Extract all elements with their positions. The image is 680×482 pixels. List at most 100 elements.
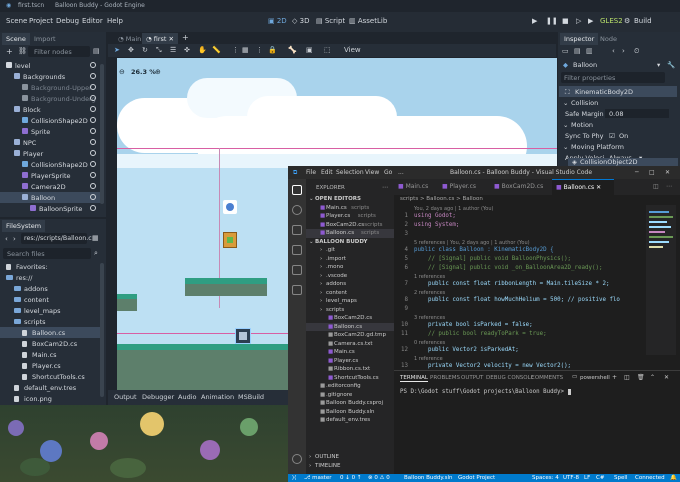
codelens-hint[interactable]: 5 references | You, 2 days ago | 1 autho…	[394, 240, 680, 247]
tab-balloon-cs[interactable]: ■ Balloon.cs ✕	[552, 179, 614, 195]
explorer-folder[interactable]: › scripts	[306, 306, 394, 315]
explorer-file[interactable]: ■ Camera.cs.txt	[306, 340, 394, 349]
tab-output[interactable]: Output	[114, 393, 137, 401]
bone-icon[interactable]: 🦴	[288, 46, 297, 54]
menu-file[interactable]: File	[306, 169, 316, 176]
explorer-folder[interactable]: › .mono	[306, 263, 394, 272]
run-debug-icon[interactable]	[292, 245, 302, 255]
tab-inspector[interactable]: Inspector	[560, 33, 599, 45]
scene-tree-node[interactable]: Block	[0, 104, 104, 115]
explorer-folder[interactable]: › content	[306, 289, 394, 298]
solution-status[interactable]: Balloon Buddy.sln	[404, 475, 453, 481]
history-back-icon[interactable]: ‹	[612, 47, 615, 55]
filesystem-file[interactable]: default_env.tres	[0, 382, 104, 393]
scene-tree-node[interactable]: Balloon	[0, 192, 104, 203]
menu-debug[interactable]: Debug	[56, 17, 79, 25]
collision-section[interactable]: ⌄ Collision	[559, 97, 677, 108]
link-icon[interactable]: ⛓	[18, 47, 27, 55]
outline-section[interactable]: › OUTLINE	[306, 453, 394, 462]
filesystem-file[interactable]: Balloon.cs	[0, 327, 104, 338]
scene-tree-node[interactable]: Sprite	[0, 126, 104, 137]
back-icon[interactable]: ‹	[5, 235, 8, 243]
workspace-2d-button[interactable]: ▣ 2D	[268, 17, 287, 25]
zoom-level[interactable]: 26.3 %	[131, 68, 156, 76]
codelens-hint[interactable]: You, 2 days ago | 1 author (You)	[394, 206, 680, 213]
add-node-icon[interactable]: +	[6, 47, 13, 56]
language-status[interactable]: C#	[596, 475, 604, 481]
inspector-node-row[interactable]: ◆ Balloon ▾ 🔧	[559, 59, 677, 70]
tab-scene[interactable]: Scene	[2, 33, 30, 45]
explorer-file[interactable]: ■ Main.cs	[306, 348, 394, 357]
scene-tree-scrollbar[interactable]	[100, 64, 104, 204]
visibility-icon[interactable]	[90, 150, 96, 156]
remote-icon[interactable]	[292, 285, 302, 295]
scene-tree-node[interactable]: Background-Underg	[0, 93, 104, 104]
settings-gear-icon[interactable]	[292, 454, 302, 464]
explorer-file[interactable]: ■ Balloon.cs	[306, 322, 394, 331]
tab-msbuild[interactable]: MSBuild	[238, 393, 264, 401]
connected-status[interactable]: Connected	[635, 475, 665, 481]
menu-project[interactable]: Project	[29, 17, 53, 25]
scale-tool-icon[interactable]: ⤡	[156, 46, 162, 55]
visibility-icon[interactable]	[90, 117, 96, 123]
branch-status[interactable]: ⎇ master	[304, 475, 332, 481]
open-editor-item[interactable]: ■ Player.cs scripts	[306, 212, 394, 221]
visibility-icon[interactable]	[90, 128, 96, 134]
explorer-folder[interactable]: › level_maps	[306, 297, 394, 306]
sync-status[interactable]: 0 ↓ 0 ↑	[340, 475, 361, 481]
filesystem-file[interactable]: ShortcutTools.cs	[0, 371, 104, 382]
filesystem-folder[interactable]: addons	[0, 283, 104, 294]
play-custom-icon[interactable]: ▶	[588, 17, 593, 25]
close-icon[interactable]: ✕	[169, 35, 174, 43]
explorer-folder[interactable]: › .import	[306, 255, 394, 264]
terminal-prompt[interactable]: PS D:\Godot stuff\Godot projects\Balloon…	[400, 389, 572, 395]
workspace-3d-button[interactable]: ◇ 3D	[292, 17, 309, 25]
timeline-section[interactable]: › TIMELINE	[306, 462, 394, 471]
scene-tree-node[interactable]: Player	[0, 148, 104, 159]
new-scene-icon[interactable]: +	[182, 33, 189, 42]
filesystem-file[interactable]: icon.png	[0, 393, 104, 404]
minimize-icon[interactable]: ─	[635, 169, 639, 176]
explorer-file[interactable]: ■ .gitignore	[306, 391, 394, 400]
scene-tree-node[interactable]: Backgrounds	[0, 71, 104, 82]
visibility-icon[interactable]	[90, 194, 96, 200]
menu-view[interactable]: View	[365, 169, 379, 176]
codelens-hint[interactable]: 2 references	[394, 290, 680, 297]
tab-debugger[interactable]: Debugger	[142, 393, 174, 401]
explorer-folder[interactable]: › .vscode	[306, 272, 394, 281]
explorer-file[interactable]: ■ Balloon Buddy.csproj	[306, 399, 394, 408]
filesystem-file[interactable]: Player.cs	[0, 360, 104, 371]
explorer-file[interactable]: ■ Balloon Buddy.sln	[306, 408, 394, 417]
checkbox-icon[interactable]: ☑	[609, 132, 615, 140]
maximize-icon[interactable]: □	[649, 169, 655, 176]
block-sprite[interactable]	[223, 232, 237, 248]
split-view-icon[interactable]: ▦	[92, 234, 99, 242]
open-editors-section[interactable]: ⌄ OPEN EDITORS	[306, 195, 394, 204]
filter-properties-input[interactable]: Filter properties	[561, 72, 665, 83]
pan-tool-icon[interactable]: ✋	[198, 46, 207, 54]
close-icon[interactable]: ✕	[596, 184, 601, 191]
project-section[interactable]: ⌄ BALLOON BUDDY	[306, 238, 394, 247]
build-button[interactable]: Build	[634, 17, 652, 25]
visibility-icon[interactable]	[90, 84, 96, 90]
settings-icon[interactable]: ⚙	[624, 17, 630, 25]
codelens-hint[interactable]: 1 reference	[394, 356, 680, 363]
moving-platform-section[interactable]: ⌄ Moving Platform	[559, 141, 677, 152]
close-icon[interactable]: ✕	[665, 169, 670, 176]
filesystem-file[interactable]: Favorites:	[0, 261, 104, 272]
zoom-in-icon[interactable]: ⊕	[155, 68, 161, 76]
ruler-tool-icon[interactable]: 📏	[212, 46, 221, 54]
stop-icon[interactable]: ■	[562, 17, 569, 25]
filesystem-folder[interactable]: content	[0, 294, 104, 305]
remote-indicator-icon[interactable]: ⟩⟨	[292, 475, 296, 481]
eol-status[interactable]: LF	[584, 475, 590, 481]
filesystem-scrollbar[interactable]	[100, 263, 104, 397]
open-editor-item[interactable]: ■ Balloon.cs scripts	[306, 229, 394, 238]
split-editor-icon[interactable]: ◫	[649, 179, 663, 195]
rotate-tool-icon[interactable]: ↻	[142, 46, 148, 54]
explorer-file[interactable]: ■ default_env.tres	[306, 416, 394, 425]
tab-node[interactable]: Node	[596, 33, 621, 45]
filesystem-folder[interactable]: level_maps	[0, 305, 104, 316]
filesystem-file[interactable]: Main.cs	[0, 349, 104, 360]
pause-icon[interactable]: ❚❚	[546, 17, 558, 25]
